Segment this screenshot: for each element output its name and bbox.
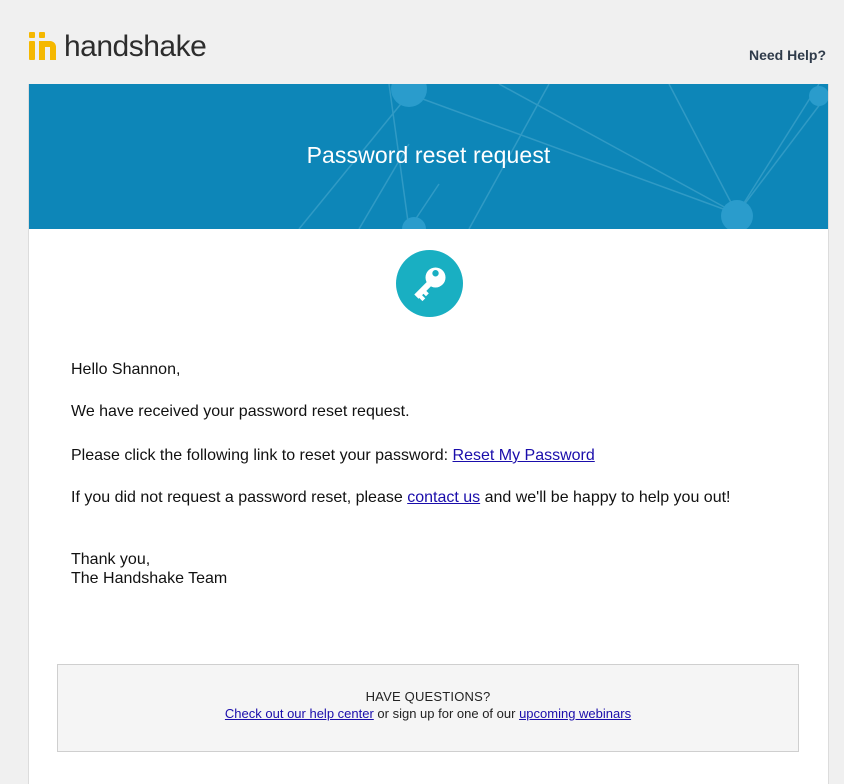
handshake-logo[interactable]: handshake xyxy=(28,28,207,63)
footer-links-line: Check out our help center or sign up for… xyxy=(58,706,798,721)
received-text: We have received your password reset req… xyxy=(71,403,410,420)
instruction-text: Please click the following link to reset… xyxy=(71,447,453,464)
greeting-text: Hello Shannon, xyxy=(71,361,181,378)
handshake-logo-icon xyxy=(28,28,58,62)
key-icon xyxy=(396,250,463,317)
webinars-link[interactable]: upcoming webinars xyxy=(519,706,631,721)
logo-text: handshake xyxy=(64,30,207,63)
footer-title: HAVE QUESTIONS? xyxy=(365,689,491,704)
need-help-link[interactable]: Need Help? xyxy=(749,47,826,63)
banner-title: Password reset request xyxy=(306,142,551,168)
reset-password-link[interactable]: Reset My Password xyxy=(453,447,595,464)
questions-footer: HAVE QUESTIONS? Check out our help cente… xyxy=(57,664,799,752)
not-requested-suffix-text: and we'll be happy to help you out! xyxy=(480,489,731,506)
not-requested-paragraph: If you did not request a password reset,… xyxy=(71,488,791,507)
signature-text: The Handshake Team xyxy=(71,570,228,587)
header-banner: Password reset request xyxy=(29,84,828,229)
not-requested-text: If you did not request a password reset,… xyxy=(71,489,408,506)
footer-middle-text: or sign up for one of our xyxy=(373,706,520,721)
help-center-link[interactable]: Check out our help center xyxy=(225,706,374,721)
instruction-paragraph: Please click the following link to reset… xyxy=(71,446,791,465)
thanks-text: Thank you, xyxy=(71,551,151,568)
email-card: Password reset request Hello Shannon, We… xyxy=(28,84,829,784)
contact-us-link[interactable]: contact us xyxy=(407,489,480,506)
email-header: handshake Need Help? xyxy=(0,0,844,84)
sign-off: Thank you, The Handshake Team xyxy=(71,550,791,588)
